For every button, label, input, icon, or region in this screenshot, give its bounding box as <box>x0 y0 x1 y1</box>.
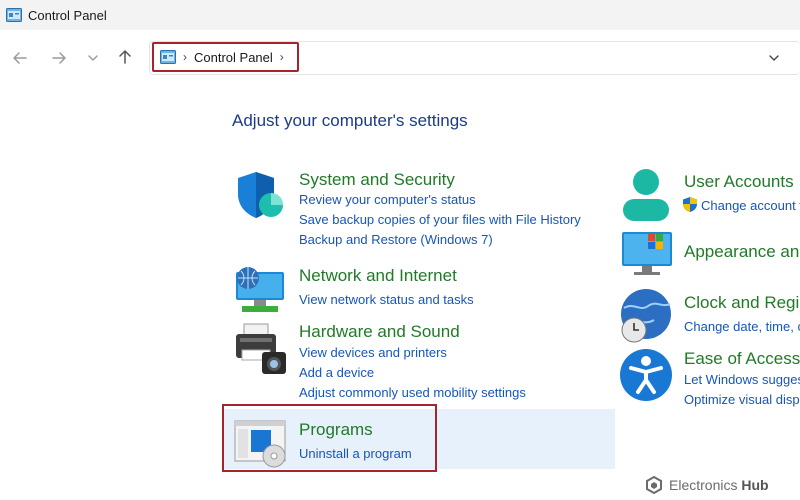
link-network-status[interactable]: View network status and tasks <box>299 292 474 307</box>
back-button[interactable] <box>8 46 32 70</box>
up-button[interactable] <box>113 45 137 69</box>
logo-icon <box>646 476 662 494</box>
category-title[interactable]: Network and Internet <box>299 266 457 286</box>
control-panel-icon <box>6 8 22 22</box>
back-arrow-icon <box>13 52 27 64</box>
link-file-history[interactable]: Save backup copies of your files with Fi… <box>299 212 581 227</box>
programs-highlight-box <box>222 404 437 472</box>
link-devices-printers[interactable]: View devices and printers <box>299 345 447 360</box>
breadcrumb-control-panel[interactable]: Control Panel <box>194 50 273 65</box>
forward-arrow-icon <box>52 52 66 64</box>
control-panel-icon <box>160 50 176 64</box>
watermark-text: Electronics Hub <box>669 477 769 493</box>
chevron-down-icon <box>769 55 779 61</box>
link-add-device[interactable]: Add a device <box>299 365 374 380</box>
breadcrumb-separator[interactable]: › <box>280 50 284 64</box>
breadcrumb-separator: › <box>183 50 187 64</box>
uac-shield-icon <box>683 197 697 212</box>
address-breadcrumb[interactable]: › Control Panel › <box>152 42 299 72</box>
watermark: Electronics Hub <box>645 476 769 494</box>
up-arrow-icon <box>119 50 131 64</box>
recent-locations-button[interactable] <box>81 46 105 70</box>
link-review-status[interactable]: Review your computer's status <box>299 192 476 207</box>
link-backup-restore[interactable]: Backup and Restore (Windows 7) <box>299 232 493 247</box>
link-let-windows-suggest[interactable]: Let Windows sugges <box>684 372 800 387</box>
address-dropdown-button[interactable] <box>764 49 784 67</box>
link-change-account[interactable]: Change account t <box>701 198 800 213</box>
appearance-monitor-icon <box>622 232 672 275</box>
category-title[interactable]: System and Security <box>299 170 455 190</box>
category-title[interactable]: Ease of Access <box>684 349 800 369</box>
printer-camera-icon <box>236 323 286 374</box>
category-title[interactable]: Clock and Regi <box>684 293 799 313</box>
forward-button[interactable] <box>47 46 71 70</box>
category-title[interactable]: User Accounts <box>684 172 794 192</box>
accessibility-icon <box>620 349 672 401</box>
user-icon <box>623 169 669 221</box>
link-mobility-settings[interactable]: Adjust commonly used mobility settings <box>299 385 526 400</box>
network-globe-icon <box>236 267 284 312</box>
link-optimize-visual[interactable]: Optimize visual disp <box>684 392 800 407</box>
title-bar: Control Panel <box>0 0 800 30</box>
window-title: Control Panel <box>28 7 107 23</box>
clock-globe-icon <box>621 289 671 343</box>
link-change-date-time[interactable]: Change date, time, c <box>684 319 800 334</box>
shield-icon <box>238 172 283 218</box>
page-heading: Adjust your computer's settings <box>232 111 468 130</box>
chevron-down-icon <box>88 55 98 61</box>
category-title[interactable]: Hardware and Sound <box>299 322 460 342</box>
category-title[interactable]: Appearance an <box>684 242 799 262</box>
